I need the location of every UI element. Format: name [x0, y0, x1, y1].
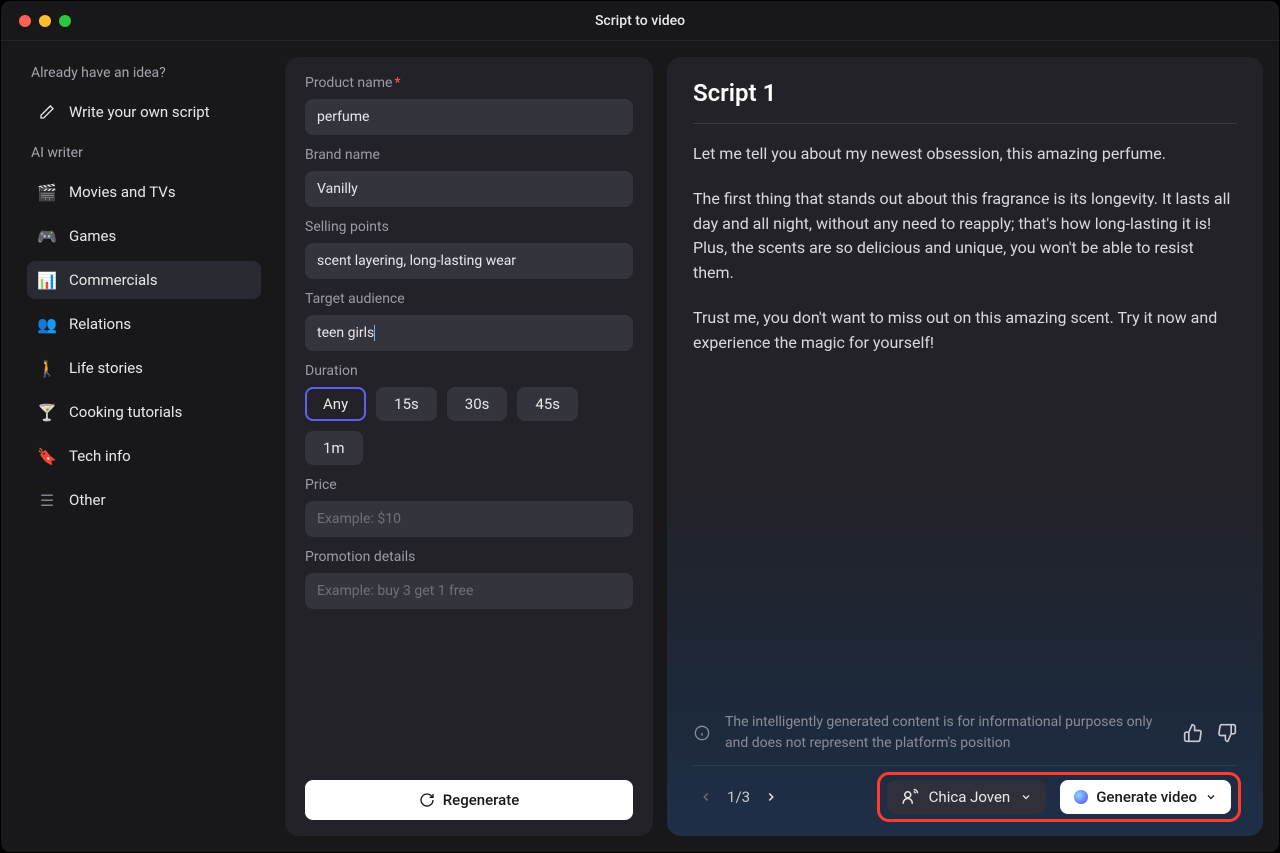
tech-icon: 🔖 — [37, 446, 57, 466]
duration-1m[interactable]: 1m — [305, 431, 363, 465]
life-icon: 🚶 — [37, 358, 57, 378]
script-footer: 1/3 Chica Joven Generate video — [693, 765, 1237, 820]
pencil-icon — [37, 102, 57, 122]
sidebar-item-life-stories[interactable]: 🚶 Life stories — [27, 349, 261, 387]
script-text: Let me tell you about my newest obsessio… — [693, 142, 1237, 706]
next-page-button[interactable] — [764, 790, 778, 804]
thumbs-down-icon[interactable] — [1217, 723, 1237, 743]
duration-45s[interactable]: 45s — [517, 387, 578, 421]
field-product: Product name — [305, 75, 633, 135]
info-icon — [693, 725, 711, 741]
field-brand: Brand name — [305, 147, 633, 207]
sidebar-item-label: Other — [69, 491, 106, 509]
field-promo: Promotion details — [305, 549, 633, 609]
voice-icon — [901, 788, 919, 806]
footer-actions: Chica Joven Generate video — [887, 780, 1231, 814]
duration-15s[interactable]: 15s — [376, 387, 437, 421]
chevron-right-icon — [764, 790, 778, 804]
page-indicator: 1/3 — [727, 788, 750, 806]
product-input[interactable] — [305, 99, 633, 135]
sidebar-item-cooking[interactable]: 🍸 Cooking tutorials — [27, 393, 261, 431]
selling-label: Selling points — [305, 219, 633, 235]
chevron-left-icon — [699, 790, 713, 804]
relation-icon: 👥 — [37, 314, 57, 334]
audience-input[interactable]: teen girls — [305, 315, 633, 351]
persona-selector[interactable]: Chica Joven — [887, 780, 1047, 814]
thumbs-up-icon[interactable] — [1183, 723, 1203, 743]
sidebar-item-label: Cooking tutorials — [69, 403, 182, 421]
sidebar-item-label: Relations — [69, 315, 131, 333]
field-selling: Selling points — [305, 219, 633, 279]
sidebar-item-write-own[interactable]: Write your own script — [27, 93, 261, 131]
maximize-icon[interactable] — [59, 15, 71, 27]
sidebar: Already have an idea? Write your own scr… — [11, 57, 271, 836]
regenerate-button[interactable]: Regenerate — [305, 780, 633, 820]
chevron-down-icon — [1020, 791, 1032, 803]
brand-input[interactable] — [305, 171, 633, 207]
cooking-icon: 🍸 — [37, 402, 57, 422]
price-label: Price — [305, 477, 633, 493]
selling-input[interactable] — [305, 243, 633, 279]
sidebar-item-relations[interactable]: 👥 Relations — [27, 305, 261, 343]
script-paragraph: Let me tell you about my newest obsessio… — [693, 142, 1237, 167]
window-title: Script to video — [595, 13, 685, 29]
feedback-buttons — [1183, 723, 1237, 743]
duration-chips: Any 15s 30s 45s 1m — [305, 387, 633, 465]
titlebar: Script to video — [1, 1, 1279, 41]
sidebar-item-games[interactable]: 🎮 Games — [27, 217, 261, 255]
orb-icon — [1074, 790, 1088, 804]
script-title: Script 1 — [693, 79, 1237, 124]
audience-label: Target audience — [305, 291, 633, 307]
script-paragraph: Trust me, you don't want to miss out on … — [693, 306, 1237, 356]
generate-video-button[interactable]: Generate video — [1060, 780, 1231, 814]
app-window: Script to video Already have an idea? Wr… — [0, 0, 1280, 853]
sidebar-item-label: Commercials — [69, 271, 158, 289]
sidebar-item-other[interactable]: ☰ Other — [27, 481, 261, 519]
duration-30s[interactable]: 30s — [447, 387, 508, 421]
chevron-down-icon — [1205, 791, 1217, 803]
field-duration: Duration Any 15s 30s 45s 1m — [305, 363, 633, 465]
idea-header: Already have an idea? — [31, 65, 261, 81]
movie-icon: 🎬 — [37, 182, 57, 202]
close-icon[interactable] — [19, 15, 31, 27]
commercial-icon: 📊 — [37, 270, 57, 290]
field-price: Price — [305, 477, 633, 537]
script-panel: Script 1 Let me tell you about my newest… — [667, 57, 1263, 836]
game-icon: 🎮 — [37, 226, 57, 246]
sidebar-item-label: Tech info — [69, 447, 131, 465]
duration-any[interactable]: Any — [305, 387, 366, 421]
form-panel: Product name Brand name Selling points T… — [285, 57, 653, 836]
sidebar-item-tech[interactable]: 🔖 Tech info — [27, 437, 261, 475]
other-icon: ☰ — [37, 490, 57, 510]
sidebar-item-commercials[interactable]: 📊 Commercials — [27, 261, 261, 299]
brand-label: Brand name — [305, 147, 633, 163]
promo-input[interactable] — [305, 573, 633, 609]
disclaimer-text: The intelligently generated content is f… — [725, 712, 1169, 753]
sidebar-item-label: Write your own script — [69, 103, 210, 121]
ai-header: AI writer — [31, 145, 261, 161]
window-controls — [19, 15, 71, 27]
sidebar-item-label: Life stories — [69, 359, 143, 377]
duration-label: Duration — [305, 363, 633, 379]
sidebar-item-label: Movies and TVs — [69, 183, 176, 201]
regenerate-label: Regenerate — [443, 791, 520, 809]
field-audience: Target audience teen girls — [305, 291, 633, 351]
minimize-icon[interactable] — [39, 15, 51, 27]
sidebar-item-label: Games — [69, 227, 116, 245]
refresh-icon — [419, 792, 435, 808]
script-paragraph: The first thing that stands out about th… — [693, 187, 1237, 286]
sidebar-item-movies[interactable]: 🎬 Movies and TVs — [27, 173, 261, 211]
persona-label: Chica Joven — [929, 788, 1011, 806]
generate-label: Generate video — [1096, 788, 1197, 806]
disclaimer-row: The intelligently generated content is f… — [693, 706, 1237, 765]
prev-page-button[interactable] — [699, 790, 713, 804]
app-body: Already have an idea? Write your own scr… — [1, 41, 1279, 852]
product-label: Product name — [305, 75, 633, 91]
price-input[interactable] — [305, 501, 633, 537]
promo-label: Promotion details — [305, 549, 633, 565]
pager: 1/3 — [699, 788, 778, 806]
